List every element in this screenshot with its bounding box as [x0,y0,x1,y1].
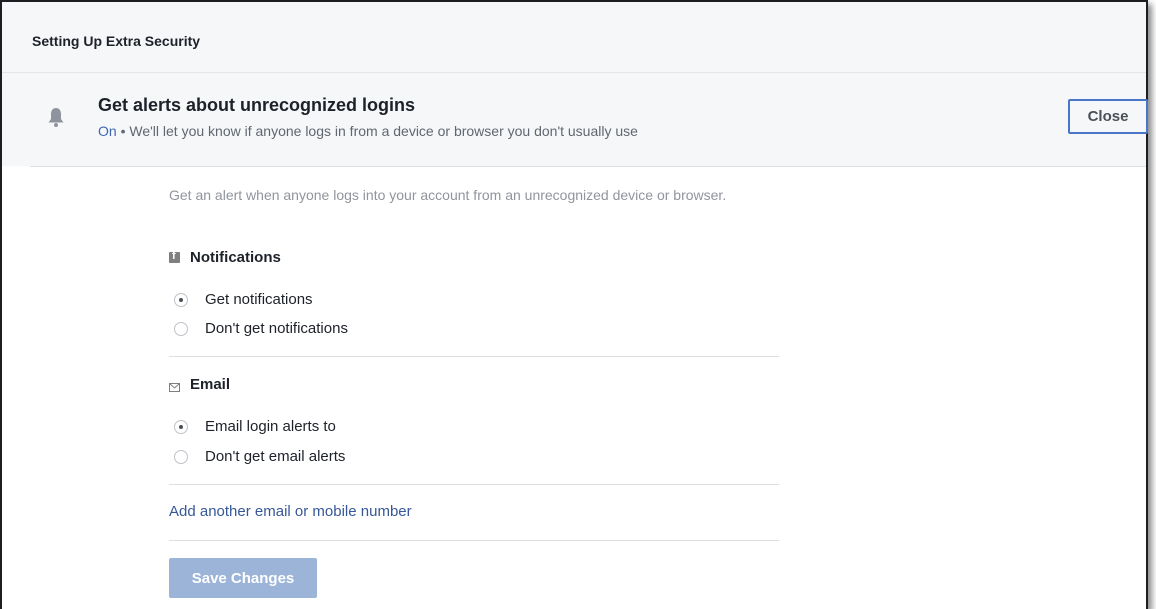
panel-title: Setting Up Extra Security [32,33,201,49]
alert-title: Get alerts about unrecognized logins [98,95,416,115]
security-settings-window: Setting Up Extra Security Get alerts abo… [0,0,1148,609]
section-divider [169,484,779,485]
radio-button-checked[interactable] [174,292,188,307]
alert-status: On • We'll let you know if anyone logs i… [98,123,638,139]
notifications-heading-label: Notifications [190,249,281,266]
radio-button[interactable] [174,321,188,336]
section-divider [169,540,779,541]
status-separator: • [116,123,130,139]
envelope-icon [169,379,180,392]
radio-email-login-alerts[interactable]: Email login alerts to [174,418,363,435]
section-divider [169,356,779,357]
radio-label: Email login alerts to [205,418,336,435]
radio-dont-get-email-alerts[interactable]: Don't get email alerts [174,448,363,465]
bell-icon [47,106,65,130]
panel-header: Setting Up Extra Security [2,2,1146,73]
login-alerts-row [2,73,1146,166]
radio-button[interactable] [174,449,188,464]
radio-label: Get notifications [205,291,313,308]
radio-label: Don't get notifications [205,320,348,337]
radio-label: Don't get email alerts [205,448,346,465]
email-heading: Email [169,376,230,393]
status-on-label: On [98,123,117,139]
radio-dont-get-notifications[interactable]: Don't get notifications [174,320,401,337]
save-changes-button[interactable]: Save Changes [169,558,317,598]
divider [30,166,1146,167]
add-email-or-mobile-link[interactable]: Add another email or mobile number [169,503,412,520]
radio-button-checked[interactable] [174,419,188,434]
facebook-icon [169,250,180,263]
settings-description: Get an alert when anyone logs into your … [169,187,727,203]
email-heading-label: Email [190,376,231,393]
notifications-heading: Notifications [169,249,281,266]
close-button[interactable]: Close [1068,99,1148,134]
status-description: We'll let you know if anyone logs in fro… [129,123,638,139]
radio-get-notifications[interactable]: Get notifications [174,291,313,308]
